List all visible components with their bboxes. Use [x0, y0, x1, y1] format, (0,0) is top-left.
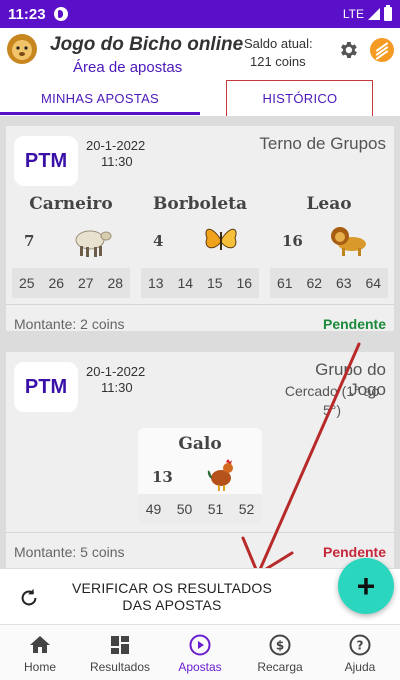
dollar-icon: $	[269, 634, 291, 656]
app-title: Jogo do Bicho online	[50, 34, 244, 55]
group-number-cell: 13	[147, 275, 164, 291]
app-notification-icon	[53, 7, 68, 21]
group-numbers: 49 50 51 52	[138, 494, 262, 524]
group-number-cell: 52	[238, 501, 255, 517]
balance-label: Saldo atual:	[244, 36, 313, 51]
group-number-cell: 15	[206, 275, 223, 291]
group-number-cell: 16	[236, 275, 253, 291]
group-number-cell: 64	[365, 275, 382, 291]
butterfly-icon	[205, 228, 237, 250]
group-name: Leao	[306, 194, 352, 214]
help-icon: ?	[349, 634, 371, 656]
bet-date: 20-1-2022	[86, 138, 146, 153]
nav-label: Recarga	[257, 660, 303, 674]
nav-label: Resultados	[89, 660, 151, 674]
group-number-cell: 28	[107, 275, 124, 291]
lion-logo-icon	[7, 34, 37, 64]
svg-text:$: $	[276, 639, 284, 653]
lion-icon	[331, 227, 366, 256]
group-borboleta: Borboleta 4 13 14 15 16	[141, 194, 259, 298]
status-bar: 11:23 LTE	[0, 0, 400, 28]
group-number-cell: 25	[18, 275, 35, 291]
bet-type-detail-line: Cercado (1° ao	[284, 383, 380, 399]
home-icon	[30, 636, 50, 653]
group-carneiro: Carneiro 7 25 26 27 28	[12, 194, 130, 298]
bets-list[interactable]: PTM 20-1-2022 11:30 Terno de Grupos Carn…	[0, 116, 400, 568]
sheep-icon	[75, 230, 112, 257]
bet-status: Pendente	[322, 316, 386, 332]
group-number-cell: 51	[207, 501, 224, 517]
balance-value: 121 coins	[250, 54, 306, 69]
group-number-cell: 62	[306, 275, 323, 291]
group-number-cell: 63	[335, 275, 352, 291]
nav-home[interactable]: Home	[0, 625, 80, 680]
lottery-badge: PTM	[14, 362, 78, 412]
bet-amount: Montante: 2 coins	[14, 316, 125, 332]
group-number: 13	[152, 468, 173, 486]
nav-ajuda[interactable]: ? Ajuda	[320, 625, 400, 680]
bet-type: Terno de Grupos	[259, 134, 386, 153]
bet-time: 11:30	[101, 154, 133, 169]
refresh-icon[interactable]	[18, 587, 40, 609]
nav-label: Ajuda	[344, 660, 376, 674]
group-number: 4	[153, 232, 164, 250]
tab-minhas-apostas[interactable]: MINHAS APOSTAS	[0, 80, 200, 116]
bet-card[interactable]: PTM 20-1-2022 11:30 Terno de Grupos Carn…	[6, 126, 394, 332]
lottery-badge: PTM	[14, 136, 78, 186]
group-name: Galo	[178, 434, 222, 454]
card-divider	[6, 304, 394, 305]
network-label: LTE	[342, 7, 364, 21]
card-divider	[6, 532, 394, 533]
group-number-cell: 49	[145, 501, 162, 517]
group-number: 7	[24, 232, 35, 250]
active-tab-indicator	[0, 112, 200, 115]
group-number-cell: 61	[276, 275, 293, 291]
nav-resultados[interactable]: Resultados	[80, 625, 160, 680]
svg-text:?: ?	[357, 639, 364, 653]
nav-recarga[interactable]: $ Recarga	[240, 625, 320, 680]
group-numbers: 25 26 27 28	[12, 268, 130, 298]
bet-type-detail-line: 5°)	[322, 402, 342, 418]
group-number-cell: 26	[48, 275, 65, 291]
signal-icon	[368, 8, 380, 20]
battery-icon	[384, 5, 392, 21]
group-number-cell: 14	[177, 275, 194, 291]
group-number: 16	[282, 232, 303, 250]
nav-label: Home	[23, 660, 56, 674]
group-leao: Leao 16 61 62 63 64	[270, 194, 388, 298]
grid-icon	[111, 636, 129, 654]
bet-amount: Montante: 5 coins	[14, 544, 125, 560]
play-icon	[189, 634, 211, 656]
status-indicators: LTE	[342, 5, 392, 21]
bet-type-detail: Cercado (1° ao 5°)	[276, 382, 388, 420]
group-galo: Galo 13 49 50 51 52	[138, 428, 262, 524]
group-number-cell: 27	[77, 275, 94, 291]
annotation-highlight-box	[226, 80, 373, 117]
bet-time: 11:30	[101, 380, 133, 395]
add-bet-button[interactable]: +	[338, 558, 394, 614]
check-results-button[interactable]: VERIFICAR OS RESULTADOS DAS APOSTAS	[62, 580, 282, 614]
group-name: Borboleta	[152, 194, 248, 214]
rooster-icon	[207, 459, 233, 491]
group-numbers: 13 14 15 16	[141, 268, 259, 298]
bet-status: Pendente	[322, 544, 386, 560]
nav-apostas[interactable]: Apostas	[160, 625, 240, 680]
group-numbers: 61 62 63 64	[270, 268, 388, 298]
app-header: Jogo do Bicho online Área de apostas Sal…	[0, 28, 400, 80]
status-time: 11:23	[8, 5, 46, 23]
bottom-navigation: Home Resultados Apostas $ Recarga ? Ajud…	[0, 624, 400, 680]
app-subtitle: Área de apostas	[73, 59, 183, 76]
group-name: Carneiro	[29, 194, 113, 214]
bet-date: 20-1-2022	[86, 364, 146, 379]
gear-icon[interactable]	[337, 39, 359, 61]
bet-card[interactable]: PTM 20-1-2022 11:30 Grupo do Jogo Cercad…	[6, 352, 394, 568]
nav-label: Apostas	[178, 660, 222, 674]
coins-icon[interactable]	[370, 38, 394, 62]
group-number-cell: 50	[176, 501, 193, 517]
